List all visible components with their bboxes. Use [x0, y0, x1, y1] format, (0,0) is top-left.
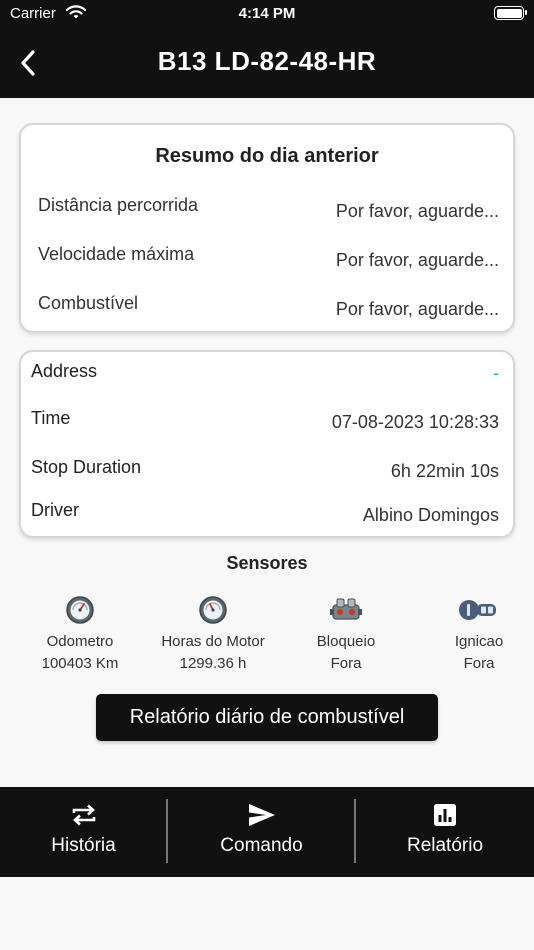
- summary-label: Velocidade máxima: [38, 244, 195, 264]
- detail-value: 6h 22min 10s: [390, 461, 499, 481]
- sensor-value: 1299.36 h: [179, 655, 247, 672]
- detail-value: -: [493, 363, 499, 383]
- sensor-name: Odometro: [46, 633, 114, 650]
- repeat-icon: [0, 801, 167, 829]
- summary-value: Por favor, aguarde...: [335, 250, 499, 270]
- nav-bar: B13 LD-82-48-HR: [0, 28, 534, 98]
- gauge-icon: [14, 594, 146, 626]
- vehicle-details-card: Address - Time 07-08-2023 10:28:33 Stop …: [19, 350, 515, 538]
- sensor-value: 100403 Km: [41, 655, 119, 672]
- gauge-icon: [147, 594, 279, 626]
- battery-icon: [494, 6, 527, 20]
- detail-label: Stop Duration: [31, 457, 142, 477]
- tab-label: Relatório: [406, 835, 484, 856]
- detail-label: Driver: [31, 500, 79, 520]
- detail-label: Address: [31, 361, 98, 381]
- summary-row-distance: Distância percorrida Por favor, aguarde.…: [38, 195, 499, 225]
- sensor-lock: Bloqueio Fora: [280, 594, 412, 675]
- bar-chart-icon: [356, 801, 534, 829]
- sensor-name: Bloqueio: [316, 633, 376, 650]
- daily-fuel-report-button[interactable]: Relatório diário de combustível: [96, 694, 438, 741]
- status-bar: Carrier 4:14 PM: [0, 0, 534, 28]
- tab-command[interactable]: Comando: [168, 787, 355, 877]
- summary-value: Por favor, aguarde...: [335, 299, 499, 319]
- engine-icon: [280, 594, 412, 626]
- detail-row-stop-duration: Stop Duration 6h 22min 10s: [31, 457, 499, 487]
- daily-summary-card: Resumo do dia anterior Distância percorr…: [19, 123, 515, 333]
- summary-label: Combustível: [38, 293, 139, 313]
- detail-row-driver: Driver Albino Domingos: [31, 500, 499, 530]
- send-icon: [168, 801, 355, 829]
- detail-label: Time: [31, 408, 71, 428]
- summary-value: Por favor, aguarde...: [335, 201, 499, 221]
- page-title: B13 LD-82-48-HR: [157, 46, 377, 76]
- tab-history[interactable]: História: [0, 787, 167, 877]
- sensor-value: Fora: [463, 655, 495, 672]
- status-time: 4:14 PM: [238, 5, 296, 22]
- ignition-key-icon: [413, 594, 534, 626]
- detail-row-time: Time 07-08-2023 10:28:33: [31, 408, 499, 438]
- tab-report[interactable]: Relatório: [356, 787, 534, 877]
- summary-row-fuel: Combustível Por favor, aguarde...: [38, 293, 499, 323]
- sensor-ignition: Ignicao Fora: [413, 594, 534, 675]
- sensor-name: Ignicao: [454, 633, 504, 650]
- sensors-heading: Sensores: [226, 553, 308, 573]
- tab-label: História: [51, 835, 116, 856]
- sensor-odometer: Odometro 100403 Km: [14, 594, 146, 675]
- summary-label: Distância percorrida: [38, 195, 199, 215]
- detail-row-address: Address -: [31, 361, 499, 391]
- bottom-tab-bar: História Comando Relatório: [0, 787, 534, 877]
- summary-row-max-speed: Velocidade máxima Por favor, aguarde...: [38, 244, 499, 274]
- detail-value: 07-08-2023 10:28:33: [331, 412, 499, 432]
- summary-heading: Resumo do dia anterior: [155, 145, 379, 167]
- sensor-name: Horas do Motor: [161, 633, 265, 650]
- detail-value: Albino Domingos: [362, 505, 499, 525]
- sensor-value: Fora: [330, 655, 362, 672]
- sensor-engine-hours: Horas do Motor 1299.36 h: [147, 594, 279, 675]
- tab-label: Comando: [220, 835, 303, 856]
